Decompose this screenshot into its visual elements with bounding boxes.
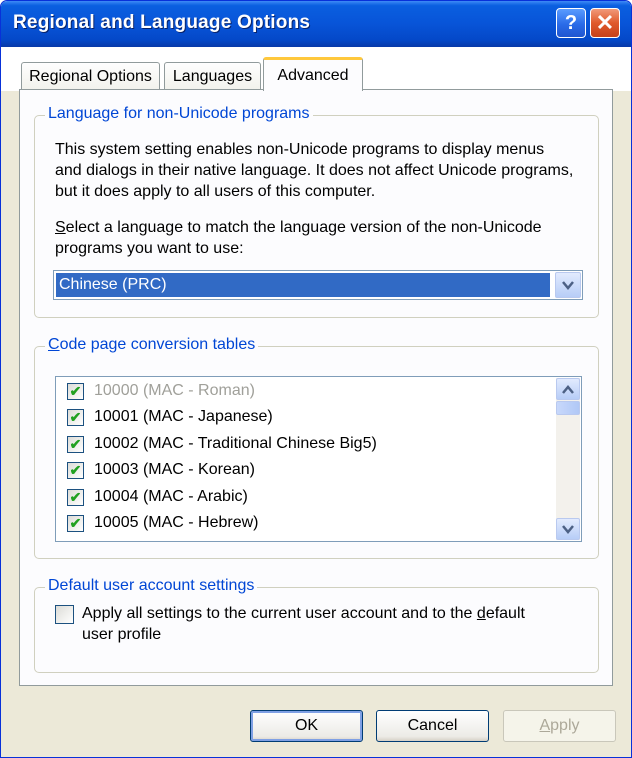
apply-default-user-checkbox[interactable]	[55, 605, 74, 624]
list-item-label: 10004 (MAC - Arabic)	[94, 488, 248, 505]
title-bar[interactable]: Regional and Language Options ? ✕	[1, 1, 631, 47]
apply-button[interactable]: Apply	[503, 710, 616, 742]
scroll-down-button[interactable]	[556, 518, 580, 540]
tab-advanced[interactable]: Advanced	[263, 57, 363, 91]
arrow-down-icon	[562, 524, 574, 534]
default-user-group: Default user account settings Apply all …	[34, 577, 599, 673]
cancel-label: Cancel	[407, 717, 458, 734]
scroll-thumb[interactable]	[556, 401, 580, 415]
accesskey-c: C	[48, 336, 60, 353]
list-item-label: 10000 (MAC - Roman)	[94, 382, 255, 399]
apply-label-rest: pply	[550, 717, 580, 734]
scroll-up-button[interactable]	[556, 378, 580, 400]
checkmark-icon[interactable]: ✔	[67, 461, 84, 479]
advanced-tab-panel: Language for non-Unicode programs This s…	[19, 89, 613, 686]
window-title: Regional and Language Options	[13, 12, 311, 33]
language-dropdown[interactable]: Chinese (PRC)	[53, 270, 583, 300]
language-select-label: Select a language to match the language …	[55, 217, 585, 259]
checkbox-label-before: Apply all settings to the current user a…	[82, 605, 477, 622]
list-item[interactable]: ✔ 10004 (MAC - Arabic)	[56, 484, 551, 510]
group-legend: Default user account settings	[45, 577, 258, 595]
ok-label: OK	[294, 717, 319, 734]
apply-label: Apply	[539, 717, 579, 735]
checkmark-icon[interactable]: ✔	[67, 488, 84, 506]
group-legend: Language for non-Unicode programs	[45, 105, 313, 123]
arrow-up-icon	[562, 384, 574, 394]
ok-button[interactable]: OK	[250, 710, 363, 742]
accesskey-s: S	[55, 219, 66, 236]
select-label-text: elect a language to match the language v…	[55, 219, 542, 257]
help-button[interactable]: ?	[556, 8, 586, 38]
tab-label: Languages	[172, 67, 253, 85]
accesskey-a: A	[539, 717, 551, 734]
tab-label: Advanced	[277, 66, 349, 84]
code-page-list[interactable]: ✔ 10000 (MAC - Roman) ✔ 10001 (MAC - Jap…	[55, 376, 582, 542]
tab-label: Regional Options	[29, 67, 152, 85]
question-mark-icon: ?	[564, 11, 578, 34]
list-item[interactable]: ✔ 10001 (MAC - Japanese)	[56, 404, 551, 430]
list-item-label: 10002 (MAC - Traditional Chinese Big5)	[94, 435, 377, 452]
list-item[interactable]: ✔ 10002 (MAC - Traditional Chinese Big5)	[56, 431, 551, 457]
checkbox-label: Apply all settings to the current user a…	[82, 603, 552, 645]
non-unicode-group: Language for non-Unicode programs This s…	[34, 105, 599, 318]
legend-text: ode page conversion tables	[59, 336, 256, 353]
checkmark-icon[interactable]: ✔	[67, 435, 84, 453]
group-legend: Code page conversion tables	[45, 336, 259, 354]
list-item[interactable]: ✔ 10003 (MAC - Korean)	[56, 457, 551, 483]
non-unicode-description: This system setting enables non-Unicode …	[55, 141, 574, 200]
apply-default-user-option[interactable]: Apply all settings to the current user a…	[55, 605, 552, 645]
close-button[interactable]: ✕	[590, 8, 620, 38]
list-item-label: 10001 (MAC - Japanese)	[94, 408, 273, 425]
checkmark-icon[interactable]: ✔	[67, 382, 84, 400]
cancel-button[interactable]: Cancel	[376, 710, 489, 742]
selected-language: Chinese (PRC)	[56, 273, 550, 297]
accesskey-d: d	[476, 605, 486, 622]
tab-regional-options[interactable]: Regional Options	[21, 62, 160, 90]
chevron-down-icon	[562, 280, 574, 290]
close-icon: ✕	[595, 10, 615, 35]
checkmark-icon[interactable]: ✔	[67, 408, 84, 426]
list-item[interactable]: ✔ 10000 (MAC - Roman)	[56, 378, 551, 404]
dropdown-button[interactable]	[555, 272, 581, 298]
tab-languages[interactable]: Languages	[164, 62, 261, 90]
list-item-label: 10003 (MAC - Korean)	[94, 461, 255, 478]
checkmark-icon[interactable]: ✔	[67, 514, 84, 532]
list-item[interactable]: ✔ 10005 (MAC - Hebrew)	[56, 510, 551, 536]
code-page-group: Code page conversion tables ✔ 10000 (MAC…	[34, 336, 599, 559]
list-item-label: 10005 (MAC - Hebrew)	[94, 514, 259, 531]
dialog-window: Regional and Language Options ? ✕ Region…	[0, 0, 632, 758]
vertical-scrollbar[interactable]	[556, 378, 580, 540]
